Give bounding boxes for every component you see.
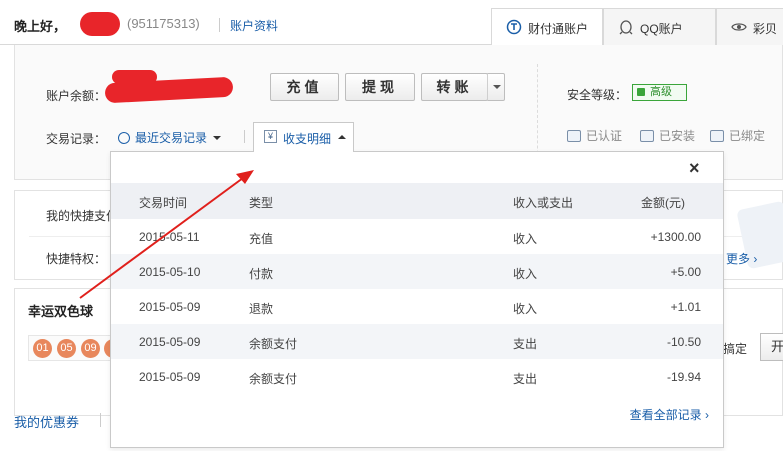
income-detail-label: 收支明细	[283, 132, 332, 146]
caret-up-icon	[338, 135, 346, 139]
tx-direction: 收入	[513, 302, 538, 316]
recent-transactions-label: 最近交易记录	[135, 131, 208, 145]
lottery-ball: 05	[57, 339, 76, 358]
table-row: 2015-05-09 余额支付 支出 -10.50	[111, 324, 723, 359]
transfer-button[interactable]: 转账	[421, 73, 488, 101]
close-icon[interactable]: ×	[689, 158, 700, 179]
tx-type: 付款	[249, 267, 274, 281]
column-header: 交易时间	[139, 196, 188, 210]
tab-qq-account[interactable]: QQ账户	[603, 8, 716, 45]
tx-date: 2015-05-10	[139, 265, 201, 279]
account-info-link[interactable]: 账户资料	[230, 17, 278, 34]
my-coupons-link[interactable]: 我的优惠券	[14, 412, 79, 431]
lock-icon	[637, 88, 645, 96]
tenpay-icon	[506, 19, 522, 35]
tx-type: 余额支付	[249, 337, 298, 351]
divider	[244, 130, 245, 143]
column-header: 类型	[249, 196, 274, 210]
redacted-balance-2	[112, 70, 157, 84]
tx-date: 2015-05-11	[139, 230, 200, 244]
tx-direction: 支出	[513, 372, 538, 386]
tx-date: 2015-05-09	[139, 335, 201, 349]
withdraw-button[interactable]: 提现	[345, 73, 415, 101]
divider	[100, 413, 101, 427]
tx-amount: +5.00	[670, 265, 701, 279]
tx-direction: 支出	[513, 337, 538, 351]
status-installed[interactable]: 已安装	[640, 127, 695, 144]
clock-icon	[118, 132, 130, 144]
quick-privileges-label: 快捷特权：	[46, 252, 107, 266]
id-card-icon	[567, 130, 581, 142]
column-header: 收入或支出	[513, 196, 574, 210]
tx-amount: -10.50	[666, 335, 701, 349]
side-text: 搞定	[723, 342, 748, 356]
status-label: 已绑定	[729, 129, 766, 143]
income-detail-tab[interactable]: ¥ 收支明细	[253, 122, 354, 152]
table-header: 交易时间 类型 收入或支出 金额(元)	[111, 183, 723, 219]
qq-penguin-icon	[619, 20, 633, 35]
lottery-ball: 01	[33, 339, 52, 358]
more-label: 更多	[726, 252, 751, 266]
table-row: 2015-05-11 充值 收入 +1300.00	[111, 219, 723, 254]
lottery-ball: 09	[81, 339, 100, 358]
tx-date: 2015-05-09	[139, 300, 201, 314]
table-row: 2015-05-10 付款 收入 +5.00	[111, 254, 723, 289]
status-label: 已认证	[586, 129, 623, 143]
redacted-username	[80, 12, 120, 36]
tx-type: 退款	[249, 302, 274, 316]
tab-caibei[interactable]: 彩贝	[716, 8, 783, 45]
recent-transactions-dropdown[interactable]: 最近交易记录	[118, 129, 222, 146]
divider	[219, 18, 220, 32]
tx-type: 充值	[249, 232, 274, 246]
lottery-title: 幸运双色球	[28, 304, 94, 319]
security-level: 高级	[650, 86, 672, 98]
tab-tenpay-account[interactable]: 财付通账户	[491, 8, 603, 46]
tx-type: 余额支付	[249, 372, 298, 386]
tx-date: 2015-05-09	[139, 370, 201, 384]
recharge-button[interactable]: 充值	[270, 73, 339, 101]
tx-direction: 收入	[513, 267, 538, 281]
table-row: 2015-05-09 退款 收入 +1.01	[111, 289, 723, 324]
caret-down-icon	[213, 136, 222, 140]
view-all-records-link[interactable]: 查看全部记录 ›	[630, 406, 709, 423]
shield-check-icon	[640, 130, 654, 142]
greeting: 晚上好，	[14, 19, 67, 34]
status-verified[interactable]: 已认证	[567, 127, 622, 144]
transfer-dropdown-button[interactable]	[487, 73, 505, 101]
eye-icon	[731, 23, 747, 31]
tx-amount: +1300.00	[650, 230, 701, 244]
qq-number: (951175313)	[127, 16, 200, 31]
quickpay-label: 我的快捷支付	[46, 209, 119, 223]
column-header: 金额(元)	[641, 196, 685, 210]
income-detail-popup: × 交易时间 类型 收入或支出 金额(元) 2015-05-11 充值 收入 +…	[110, 151, 724, 448]
security-label: 安全等级：	[567, 88, 628, 102]
security-level-badge: 高级	[632, 84, 687, 101]
tx-amount: +1.01	[670, 300, 701, 314]
status-bound[interactable]: 已绑定	[710, 127, 765, 144]
tx-direction: 收入	[513, 232, 538, 246]
open-button[interactable]: 开	[760, 333, 783, 361]
tab-label: 彩贝	[753, 22, 778, 36]
yen-icon: ¥	[264, 130, 277, 143]
tab-label: QQ账户	[640, 22, 683, 36]
table-row: 2015-05-09 余额支付 支出 -19.94	[111, 359, 723, 394]
status-label: 已安装	[659, 129, 696, 143]
more-link[interactable]: 更多 ›	[726, 250, 757, 267]
tab-label: 财付通账户	[528, 22, 589, 36]
transactions-label: 交易记录：	[46, 132, 107, 146]
balance-label: 账户余额：	[46, 89, 107, 103]
tx-amount: -19.94	[666, 370, 701, 384]
phone-icon	[710, 130, 724, 142]
